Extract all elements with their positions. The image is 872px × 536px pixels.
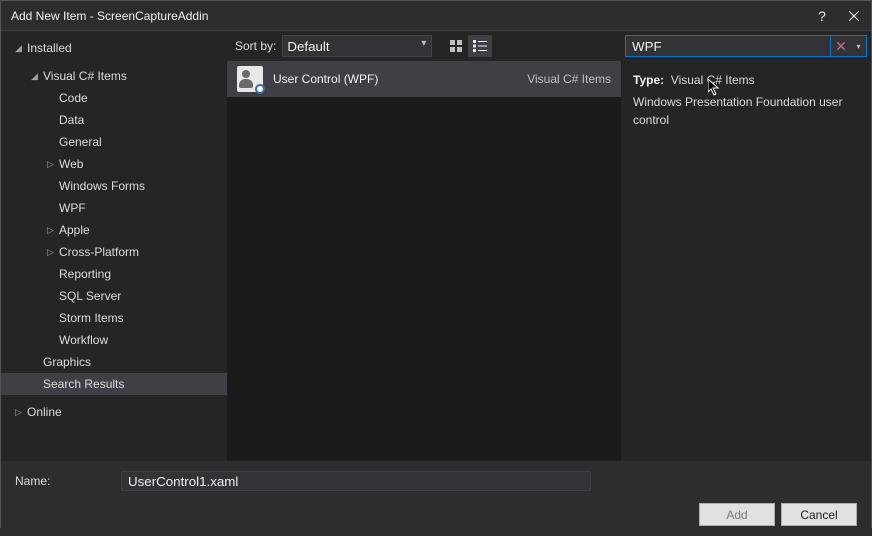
cancel-button[interactable]: Cancel <box>781 503 857 526</box>
tree-workflow[interactable]: Workflow <box>1 329 227 351</box>
tree-search-results[interactable]: Search Results <box>1 373 227 395</box>
name-input[interactable] <box>121 471 591 491</box>
sort-dropdown[interactable]: Default <box>282 35 432 57</box>
chevron-right-icon: ▷ <box>47 243 57 261</box>
tree-code[interactable]: Code <box>1 87 227 109</box>
close-icon <box>849 11 859 21</box>
detail-text: Type: Visual C# Items Windows Presentati… <box>621 61 871 139</box>
tree-apple[interactable]: ▷Apple <box>1 219 227 241</box>
view-grid-button[interactable] <box>444 35 468 57</box>
view-list-button[interactable] <box>468 35 492 57</box>
view-toggle <box>444 35 492 57</box>
x-icon <box>837 42 845 50</box>
tree-reporting[interactable]: Reporting <box>1 263 227 285</box>
tree-sql-server[interactable]: SQL Server <box>1 285 227 307</box>
add-button[interactable]: Add <box>699 503 775 526</box>
tree-online[interactable]: ▷Online <box>1 401 227 423</box>
title-bar: Add New Item - ScreenCaptureAddin ? <box>1 1 871 31</box>
sort-toolbar: Sort by: Default <box>227 31 621 61</box>
chevron-down-icon: ◢ <box>15 39 25 57</box>
tree-csharp-items[interactable]: ◢Visual C# Items <box>1 65 227 87</box>
close-button[interactable] <box>837 1 871 31</box>
sort-label: Sort by: <box>235 39 276 53</box>
chevron-right-icon: ▷ <box>47 221 57 239</box>
search-input[interactable] <box>625 35 831 57</box>
window-title: Add New Item - ScreenCaptureAddin <box>11 9 807 23</box>
template-item[interactable]: User Control (WPF) Visual C# Items <box>227 61 621 97</box>
search-options-button[interactable]: ▾ <box>851 35 867 57</box>
tree-cross-platform[interactable]: ▷Cross-Platform <box>1 241 227 263</box>
name-label: Name: <box>15 474 113 488</box>
detail-panel: ▾ Type: Visual C# Items Windows Presenta… <box>621 31 871 461</box>
detail-type-value: Visual C# Items <box>671 73 755 87</box>
search-row: ▾ <box>621 31 871 61</box>
list-icon <box>473 40 487 52</box>
template-type: Visual C# Items <box>527 72 611 86</box>
help-button[interactable]: ? <box>807 1 837 31</box>
template-list[interactable]: User Control (WPF) Visual C# Items <box>227 61 621 461</box>
template-name: User Control (WPF) <box>273 72 527 86</box>
chevron-right-icon: ▷ <box>15 403 25 421</box>
detail-type-label: Type: <box>633 73 664 87</box>
tree-storm-items[interactable]: Storm Items <box>1 307 227 329</box>
tree-web[interactable]: ▷Web <box>1 153 227 175</box>
detail-description: Windows Presentation Foundation user con… <box>633 93 859 129</box>
tree-graphics[interactable]: Graphics <box>1 351 227 373</box>
tree-wpf[interactable]: WPF <box>1 197 227 219</box>
search-clear-button[interactable] <box>831 35 851 57</box>
tree-installed[interactable]: ◢Installed <box>1 37 227 59</box>
bottom-panel: Name: Add Cancel <box>1 461 871 536</box>
grid-icon <box>450 40 462 52</box>
chevron-down-icon: ◢ <box>31 67 41 85</box>
template-list-panel: Sort by: Default <box>227 31 621 461</box>
tree-windows-forms[interactable]: Windows Forms <box>1 175 227 197</box>
category-tree[interactable]: ◢Installed ◢Visual C# Items Code Data Ge… <box>1 31 227 461</box>
content-area: ◢Installed ◢Visual C# Items Code Data Ge… <box>1 31 871 461</box>
tree-general[interactable]: General <box>1 131 227 153</box>
chevron-right-icon: ▷ <box>47 155 57 173</box>
user-control-icon <box>237 66 263 92</box>
tree-data[interactable]: Data <box>1 109 227 131</box>
